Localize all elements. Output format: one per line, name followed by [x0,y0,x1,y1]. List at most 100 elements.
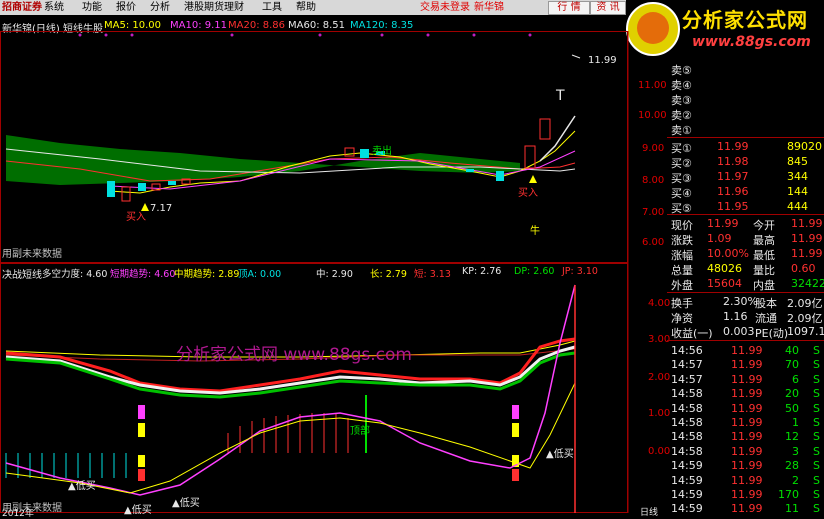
buy-arrow-icon [529,175,537,183]
low-buy-label-3: ▲低买 [172,498,200,509]
tick-direction: S [813,488,820,501]
divider [667,137,824,138]
cyan-bars [5,453,127,478]
fundamental-label: 收益(一) [671,327,713,340]
tick-time: 14:58 [671,387,703,401]
candle [539,118,551,140]
candle [107,181,115,197]
tick-price: 11.99 [731,358,763,372]
menu-item-tools[interactable]: 工具 [262,1,282,14]
ma-legend-item: MA5: 10.00 [104,20,162,31]
tick-price: 11.99 [731,502,763,516]
tick-time: 14:59 [671,459,703,473]
trade-status: 交易未登录 [420,2,470,13]
quote-value: 11.99 [791,247,823,260]
bid-price: 11.96 [717,185,749,198]
tick-price: 11.99 [731,444,763,458]
menu-item-analysis[interactable]: 分析 [150,1,170,14]
candle [466,169,474,172]
ma-legend-item: MA120: 8.35 [350,20,414,31]
quote-value: 10.00% [707,247,749,260]
tick-volume: 40 [785,344,799,357]
tick-price: 11.99 [731,488,763,501]
y-tick: 9.00 [642,143,665,154]
tick-volume: 28 [785,459,799,473]
fundamental-value: 1.16 [723,310,748,323]
fundamental-value: 2.09亿 [787,297,823,310]
brand-title: 分析家公式网 [682,8,808,32]
price-chart [5,31,629,263]
candle [168,181,176,185]
quote-label: 涨跌 [671,234,693,247]
candle [360,149,369,158]
ask-label: 卖② [671,109,692,122]
quote-value: 32422 [791,277,824,290]
tick-price: 11.99 [731,430,763,444]
tick-direction: S [813,344,820,357]
tick-direction: S [813,387,820,401]
low-buy-label-1: ▲低买 [68,481,96,492]
tick-direction: S [813,473,820,487]
tick-volume: 11 [785,502,799,516]
quote-value: 11.99 [791,217,823,230]
tick-volume: 70 [785,358,799,372]
tick-price: 11.99 [731,416,763,429]
tick-price: 11.99 [731,401,763,415]
tick-direction: S [813,430,820,444]
candle [496,171,504,181]
tick-volume: 6 [792,372,799,386]
bid-label: 买② [671,157,692,170]
divider [667,292,824,293]
quote-label: 最低 [753,249,775,262]
tick-volume: 2 [792,473,799,487]
bid-price: 11.98 [717,155,749,168]
quote-label: 总量 [671,264,693,277]
quote-panel: 卖⑤ 卖④ 卖③ 卖② 卖① 买① 11.99 89020 买② 11.98 845 买③ 11.97… [667,62,824,517]
ma-legend-item: MA20: 8.86 [228,20,286,31]
broker-logo: 招商证券 [2,2,42,13]
quote-button[interactable]: 行 情 [548,1,590,15]
menu-item-system[interactable]: 系统 [44,1,64,14]
quote-label: 内盘 [753,279,775,292]
bid-volume: 89020 [787,140,822,153]
tick-time: 14:58 [671,430,703,444]
candle [121,186,131,202]
y-tick: 10.00 [638,110,667,121]
period-label[interactable]: 日线 [640,505,658,518]
tick-time: 14:59 [671,473,703,487]
quote-label: 今开 [753,219,775,232]
fundamental-value: 1097.1 [787,325,824,338]
quote-label: 现价 [671,219,693,232]
ask-label: 卖④ [671,79,692,92]
high-pointer [571,54,581,59]
tick-time: 14:56 [671,344,703,357]
tick-direction: S [813,372,820,386]
high-price-label: 11.99 [588,55,617,66]
info-button[interactable]: 资 讯 [590,1,626,15]
fundamental-value: 2.09亿 [787,312,823,325]
signal-dots [78,33,532,37]
quote-value: 0.60 [791,262,816,275]
y-tick: 6.00 [642,237,665,248]
quote-label: 量比 [753,264,775,277]
ask-label: 卖⑤ [671,64,692,77]
quote-label: 外盘 [671,279,693,292]
quote-value: 15604 [707,277,742,290]
quote-value: 11.99 [707,217,739,230]
menu-item-hk-futures[interactable]: 港股期货理财 [184,1,244,14]
menu-item-help[interactable]: 帮助 [296,1,316,14]
menu-item-function[interactable]: 功能 [82,1,102,14]
tick-price: 11.99 [731,473,763,487]
tick-direction: S [813,416,820,429]
year-label: 2012年 [2,509,34,519]
bid-price: 11.97 [717,170,749,183]
top-signal-label: 顶部 [350,426,370,437]
tick-price: 11.99 [731,372,763,386]
menu-item-quote[interactable]: 报价 [116,1,136,14]
bid-volume: 845 [787,155,808,168]
tick-time: 14:59 [671,502,703,516]
ma-band [6,135,520,185]
y-tick: 11.00 [638,80,667,91]
stock-name: 新华锦 [474,2,504,13]
candle [138,183,146,191]
